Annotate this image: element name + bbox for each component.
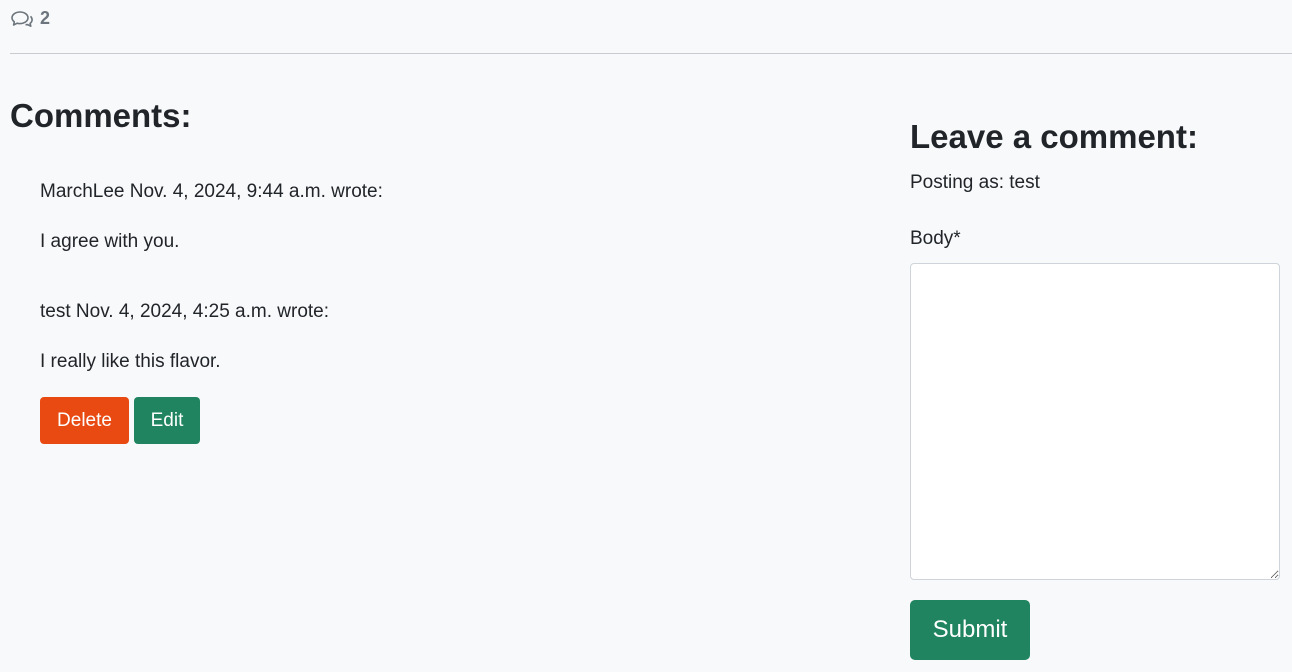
edit-comment-button[interactable]: Edit <box>134 397 200 444</box>
comments-icon <box>10 9 34 29</box>
comment-item: MarchLee Nov. 4, 2024, 9:44 a.m. wrote: … <box>40 181 383 252</box>
leave-comment-heading: Leave a comment: <box>910 118 1198 155</box>
comment-count: 2 <box>40 8 51 28</box>
divider <box>10 53 1292 54</box>
comments-heading: Comments: <box>10 97 192 134</box>
submit-button[interactable]: Submit <box>910 600 1030 660</box>
body-field-label: Body* <box>910 228 961 249</box>
comment-meta: MarchLee Nov. 4, 2024, 9:44 a.m. wrote: <box>40 181 383 202</box>
comment-count-indicator: 2 <box>10 8 50 29</box>
comment-body: I agree with you. <box>40 231 180 252</box>
delete-comment-button[interactable]: Delete <box>40 397 129 444</box>
comment-meta: test Nov. 4, 2024, 4:25 a.m. wrote: <box>40 301 330 322</box>
comment-item: test Nov. 4, 2024, 4:25 a.m. wrote: I re… <box>40 301 330 372</box>
posting-as-label: Posting as: test <box>910 172 1040 193</box>
comment-body-textarea[interactable] <box>910 263 1280 580</box>
comment-body: I really like this flavor. <box>40 351 221 372</box>
